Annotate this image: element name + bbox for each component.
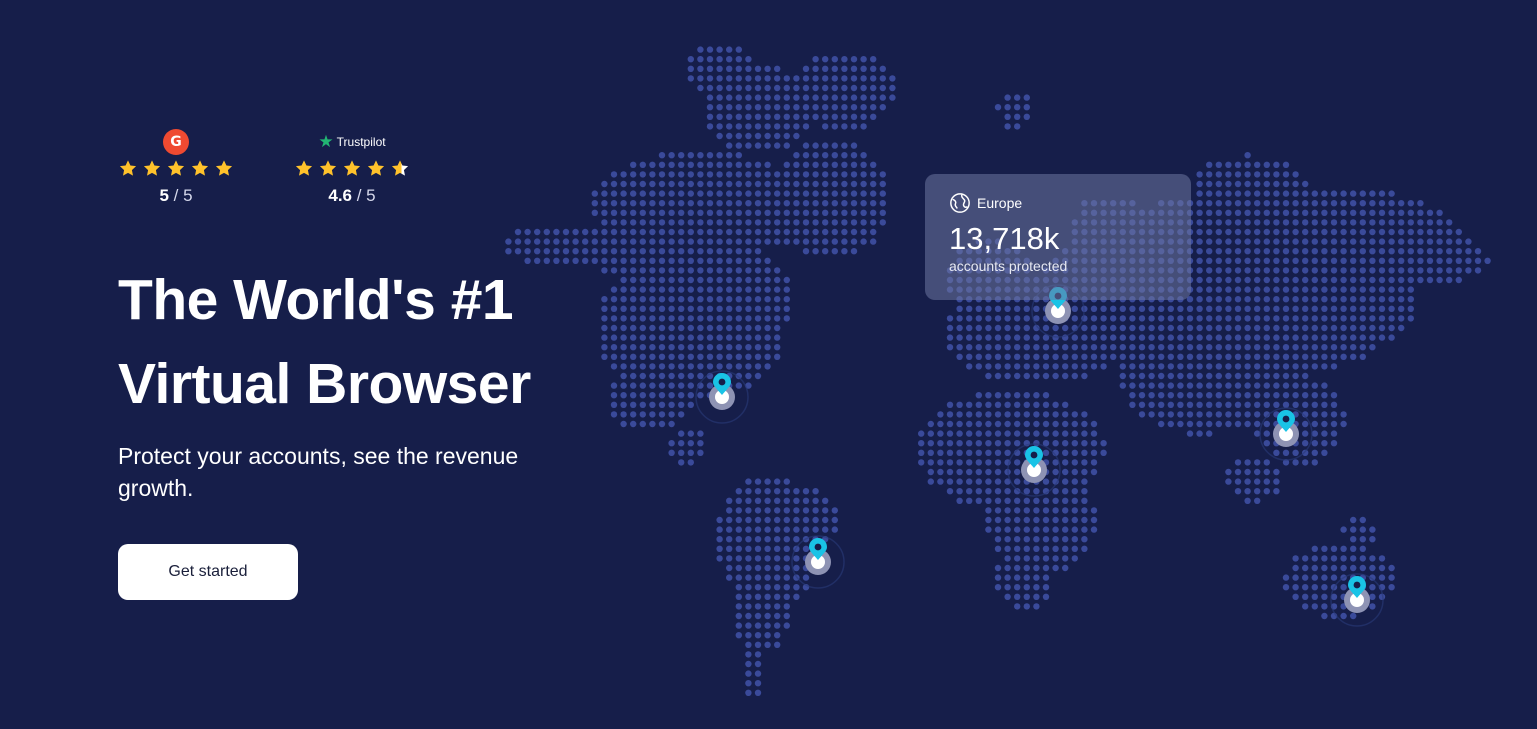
trustpilot-star-icon — [367, 160, 385, 176]
hero-subtitle: Protect your accounts, see the revenue g… — [118, 443, 519, 501]
trustpilot-stars — [294, 158, 410, 180]
trustpilot-score-out-of: / 5 — [356, 186, 376, 205]
g2-brand: G — [118, 128, 234, 156]
g2-star-icon — [191, 160, 209, 176]
g2-star-icon — [215, 160, 233, 176]
globe-icon — [950, 193, 970, 213]
trustpilot-brand: ★ Trustpilot — [294, 128, 410, 156]
g2-score-out-of: / 5 — [173, 186, 193, 205]
hero-title-line-1: The World's #1 — [118, 268, 514, 332]
trustpilot-star-icon: ★ — [318, 131, 334, 152]
trustpilot-star-icon — [391, 160, 409, 176]
trustpilot-score: 4.6 / 5 — [294, 186, 410, 206]
north-america-pin — [695, 370, 749, 424]
ratings: G 5 / 5 ★ Trustpilot 4.6 / 5 — [118, 128, 438, 218]
south-america-pin — [791, 535, 845, 589]
stat-region-label: Europe — [977, 195, 1023, 211]
trustpilot-star-icon — [319, 160, 337, 176]
g2-star-icon — [119, 160, 137, 176]
trustpilot-score-value: 4.6 — [328, 186, 352, 205]
landing-hero: G 5 / 5 ★ Trustpilot 4.6 / 5 The World's… — [0, 0, 1537, 729]
trustpilot-name: Trustpilot — [336, 135, 386, 149]
g2-logo-icon: G — [163, 129, 189, 155]
region-stat-card: Europe 13,718k accounts protected — [925, 174, 1191, 300]
stat-region: Europe — [949, 192, 1167, 214]
g2-rating: G 5 / 5 — [118, 128, 234, 206]
hero-title: The World's #1 Virtual Browser — [118, 258, 678, 426]
trustpilot-star-icon — [343, 160, 361, 176]
australia-pin — [1330, 573, 1384, 627]
g2-score: 5 / 5 — [118, 186, 234, 206]
trustpilot-rating: ★ Trustpilot 4.6 / 5 — [294, 128, 410, 206]
get-started-button[interactable]: Get started — [118, 544, 298, 600]
g2-stars — [118, 158, 234, 180]
trustpilot-star-icon — [295, 160, 313, 176]
stat-value: 13,718k — [949, 221, 1060, 256]
g2-score-value: 5 — [159, 186, 169, 205]
g2-star-icon — [143, 160, 161, 176]
stat-caption: accounts protected — [949, 258, 1068, 274]
g2-star-icon — [167, 160, 185, 176]
hero-title-line-2: Virtual Browser — [118, 352, 531, 416]
world-map-pins — [695, 284, 1384, 627]
